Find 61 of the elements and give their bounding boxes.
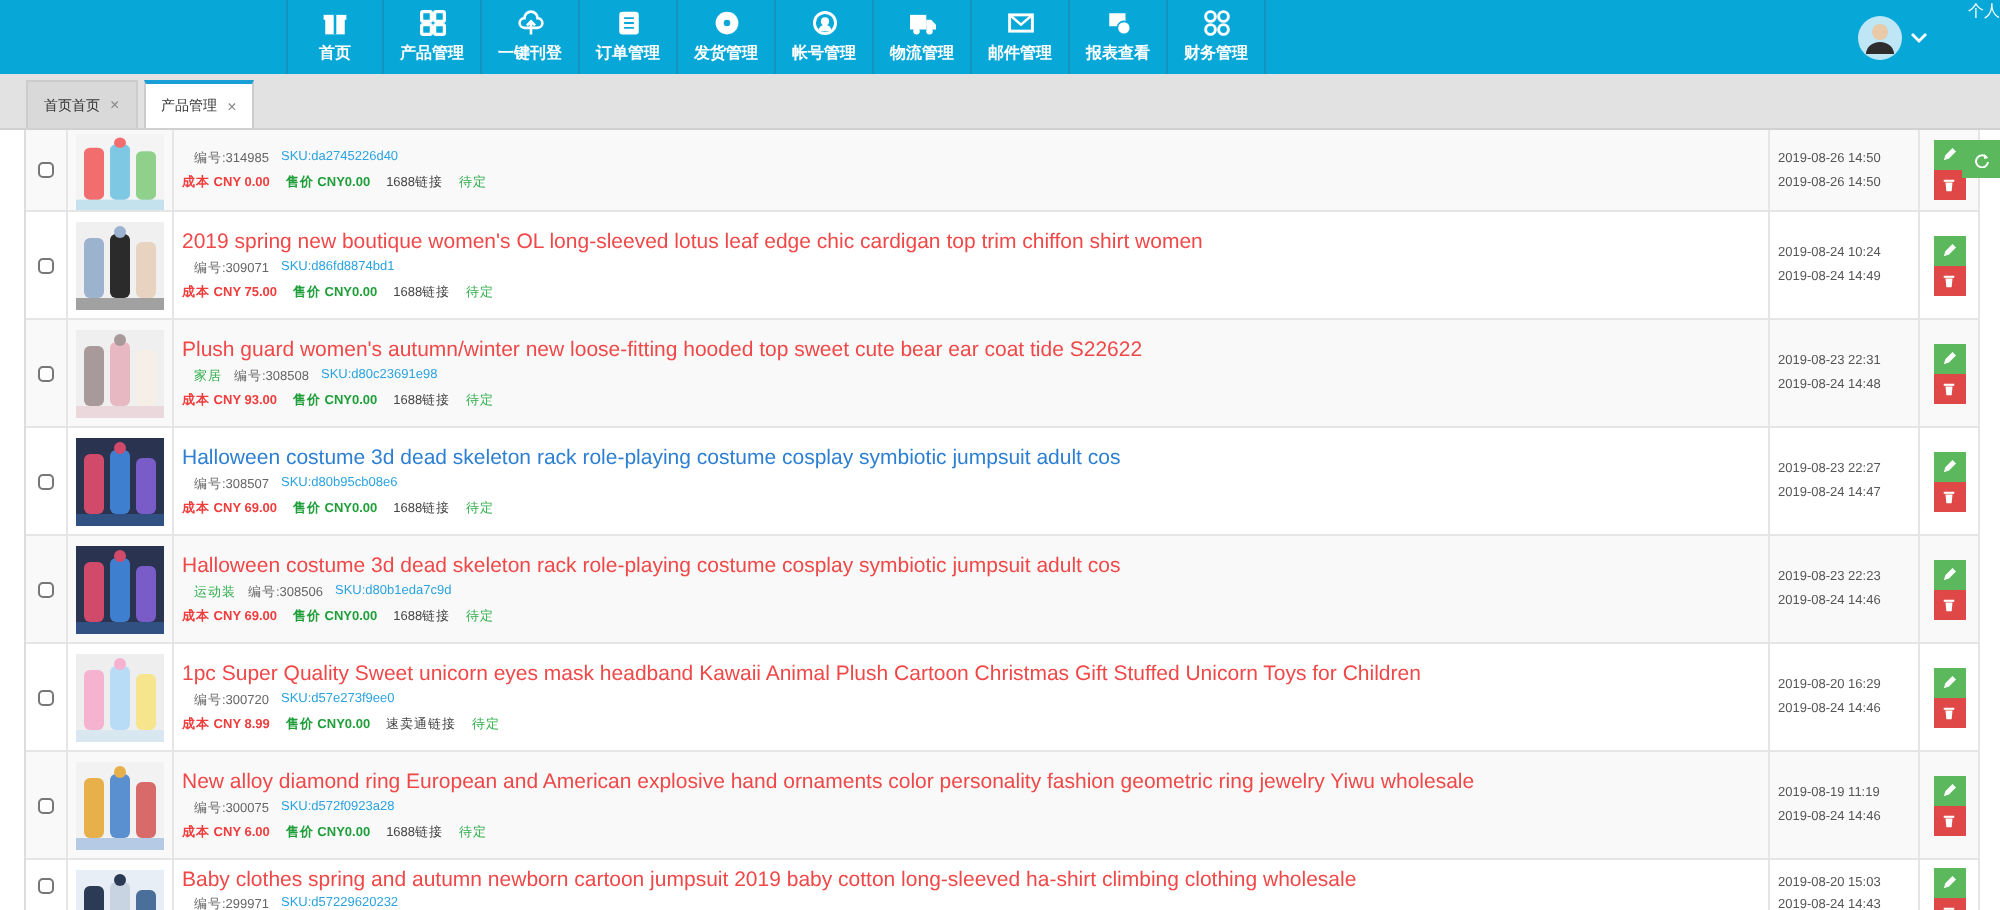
pencil-icon bbox=[1942, 351, 1956, 365]
user-menu-link[interactable]: 个人 bbox=[1968, 0, 2000, 74]
close-icon[interactable]: × bbox=[110, 96, 120, 114]
edit-button[interactable] bbox=[1933, 140, 1965, 170]
edit-button[interactable] bbox=[1933, 451, 1965, 481]
trash-icon bbox=[1942, 489, 1956, 503]
delete-button[interactable] bbox=[1933, 805, 1965, 835]
pencil-icon bbox=[1942, 243, 1956, 257]
checkbox[interactable] bbox=[38, 365, 54, 381]
delete-button[interactable] bbox=[1933, 481, 1965, 511]
caret-icon bbox=[1910, 31, 1928, 43]
product-title-link[interactable]: Halloween costume 3d dead skeleton rack role-playing costume cosplay symbiotic jumpsuit adult cos bbox=[182, 553, 1768, 577]
edit-button[interactable] bbox=[1933, 559, 1965, 589]
truck-icon bbox=[909, 10, 935, 36]
pencil-icon bbox=[1942, 783, 1956, 797]
disc-icon bbox=[713, 10, 739, 36]
checkbox[interactable] bbox=[38, 689, 54, 705]
pencil-icon bbox=[1942, 876, 1956, 890]
delete-button[interactable] bbox=[1933, 589, 1965, 619]
trash-icon bbox=[1942, 597, 1956, 611]
delete-button[interactable] bbox=[1933, 265, 1965, 295]
checkbox[interactable] bbox=[38, 878, 54, 894]
gift-icon bbox=[322, 10, 348, 36]
grid-icon bbox=[1203, 10, 1229, 36]
product-title-link[interactable]: Plush guard women's autumn/winter new loose-fitting hooded top sweet cute bear ear coat tide S22622 bbox=[182, 337, 1768, 361]
delete-button[interactable] bbox=[1933, 170, 1965, 200]
edit-button[interactable] bbox=[1933, 343, 1965, 373]
pencil-icon bbox=[1942, 675, 1956, 689]
grid-icon bbox=[419, 10, 445, 36]
cloud-upload-icon bbox=[517, 10, 543, 36]
avatar-icon bbox=[1858, 15, 1902, 59]
edit-button[interactable] bbox=[1933, 775, 1965, 805]
edit-button[interactable] bbox=[1933, 667, 1965, 697]
checkbox[interactable] bbox=[38, 473, 54, 489]
document-icon bbox=[615, 10, 641, 36]
close-icon[interactable]: × bbox=[227, 97, 237, 115]
product-title-link[interactable]: 2019 spring new boutique women's OL long-sleeved lotus leaf edge chic cardigan top trim chiffon shirt women bbox=[182, 229, 1768, 253]
trash-icon bbox=[1942, 273, 1956, 287]
envelope-icon bbox=[1007, 10, 1033, 36]
checkbox[interactable] bbox=[38, 162, 54, 178]
edit-button[interactable] bbox=[1933, 868, 1965, 898]
product-title-link[interactable]: New alloy diamond ring European and American explosive hand ornaments color personality fashion geometric ring jewelry Yiwu wholesale bbox=[182, 769, 1768, 793]
trash-icon bbox=[1942, 705, 1956, 719]
trash-icon bbox=[1942, 813, 1956, 827]
checkbox[interactable] bbox=[38, 581, 54, 597]
product-title-link[interactable]: 1pc Super Quality Sweet unicorn eyes mask headband Kawaii Animal Plush Cartoon Christmas Gift Stuffed Unicorn Toys for Children bbox=[182, 661, 1768, 685]
pencil-icon bbox=[1942, 459, 1956, 473]
trash-icon bbox=[1942, 381, 1956, 395]
edit-button[interactable] bbox=[1933, 235, 1965, 265]
pencil-icon bbox=[1942, 567, 1956, 581]
delete-button[interactable] bbox=[1933, 373, 1965, 403]
pencil-icon bbox=[1942, 148, 1956, 162]
product-title-link[interactable]: Halloween costume 3d dead skeleton rack role-playing costume cosplay symbiotic jumpsuit adult cos bbox=[182, 445, 1768, 469]
delete-button[interactable] bbox=[1933, 697, 1965, 727]
product-title-link[interactable]: Baby clothes spring and autumn newborn cartoon jumpsuit 2019 baby cotton long-sleeved ha-shirt climbing clothing wholesale bbox=[182, 868, 1768, 892]
refresh-icon bbox=[1973, 151, 1989, 167]
trash-icon bbox=[1942, 178, 1956, 192]
checkbox[interactable] bbox=[38, 797, 54, 813]
user-icon bbox=[811, 10, 837, 36]
checkbox[interactable] bbox=[38, 257, 54, 273]
refresh-button[interactable] bbox=[1962, 140, 2000, 178]
